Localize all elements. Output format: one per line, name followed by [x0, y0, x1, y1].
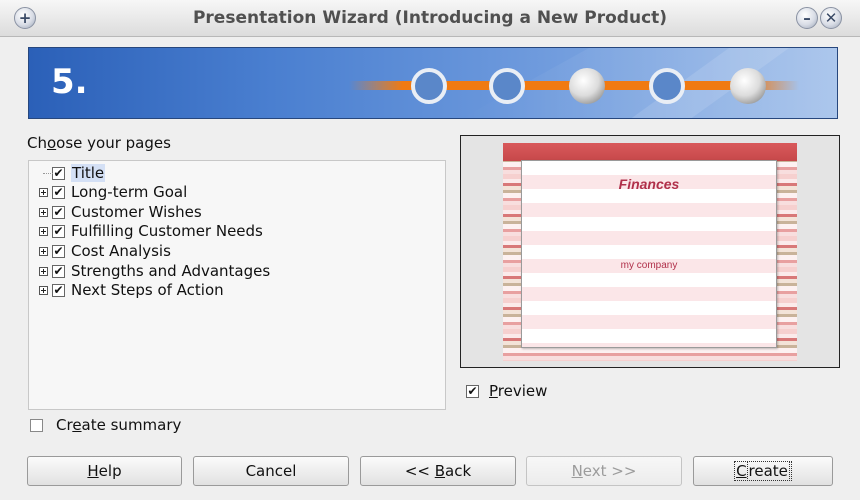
choose-pages-label: Choose your pages: [27, 134, 171, 152]
minimize-icon[interactable]: –: [796, 7, 818, 29]
next-button[interactable]: Next >>: [526, 456, 682, 486]
tree-item-label: Cost Analysis: [71, 242, 171, 260]
step-5-marker: [730, 68, 766, 104]
expand-icon[interactable]: [39, 207, 48, 217]
tree-item-customer-wishes[interactable]: ✔ Customer Wishes: [29, 202, 202, 222]
tree-connector: [39, 169, 53, 178]
preview-checkbox[interactable]: ✔: [466, 384, 479, 398]
summary-checkbox-row[interactable]: Create summary: [30, 416, 181, 434]
pages-tree[interactable]: ✔ Title ✔ Long-term Goal ✔ Customer Wish…: [28, 160, 446, 410]
tree-item-cost-analysis[interactable]: ✔ Cost Analysis: [29, 241, 171, 261]
tree-item-long-term-goal[interactable]: ✔ Long-term Goal: [29, 182, 187, 202]
tree-item-label: Strengths and Advantages: [71, 262, 271, 280]
tree-item-label: Next Steps of Action: [71, 281, 224, 299]
create-summary-checkbox[interactable]: [30, 418, 43, 432]
tree-item-label: Customer Wishes: [71, 203, 202, 221]
slide-title: Finances: [618, 176, 680, 192]
slide-company: my company: [620, 260, 678, 271]
tree-item-title[interactable]: ✔ Title: [29, 163, 106, 183]
tree-item-label: Title: [71, 164, 106, 182]
step-number: 5.: [51, 62, 88, 102]
checkbox-strengths-and-advantages[interactable]: ✔: [52, 264, 65, 278]
slide-thumbnail: Finances my company: [503, 143, 797, 361]
checkbox-next-steps-of-action[interactable]: ✔: [52, 283, 65, 297]
expand-icon[interactable]: [39, 285, 48, 295]
step-4-marker: [649, 68, 685, 104]
expand-icon[interactable]: [39, 266, 48, 276]
preview-checkbox-row[interactable]: ✔ Preview: [466, 382, 547, 400]
close-icon[interactable]: ✕: [820, 7, 842, 29]
tree-item-label: Long-term Goal: [71, 183, 188, 201]
slide-card: Finances my company: [521, 160, 777, 348]
step-progress-indicator: [349, 48, 837, 118]
tree-item-label: Fulfilling Customer Needs: [71, 222, 263, 240]
slide-header-band: [503, 143, 797, 161]
expand-icon[interactable]: [39, 226, 48, 236]
expand-icon[interactable]: [39, 246, 48, 256]
tree-item-fulfilling-customer-needs[interactable]: ✔ Fulfilling Customer Needs: [29, 221, 263, 241]
checkbox-cost-analysis[interactable]: ✔: [52, 244, 65, 258]
slide-preview: Finances my company: [460, 135, 840, 368]
checkbox-customer-wishes[interactable]: ✔: [52, 205, 65, 219]
step-1-marker: [411, 68, 447, 104]
tree-item-next-steps-of-action[interactable]: ✔ Next Steps of Action: [29, 280, 224, 300]
back-button[interactable]: << Back: [360, 456, 516, 486]
window-title: Presentation Wizard (Introducing a New P…: [192, 8, 668, 28]
step-3-marker: [569, 68, 605, 104]
tree-item-strengths-and-advantages[interactable]: ✔ Strengths and Advantages: [29, 261, 270, 281]
step-banner: 5.: [28, 47, 838, 119]
expand-icon[interactable]: [39, 187, 48, 197]
preview-label: Preview: [489, 382, 548, 400]
create-summary-label: Create summary: [56, 416, 182, 434]
checkbox-long-term-goal[interactable]: ✔: [52, 185, 65, 199]
title-bar: + Presentation Wizard (Introducing a New…: [0, 0, 860, 37]
cancel-button[interactable]: Cancel: [193, 456, 349, 486]
create-button[interactable]: Create: [693, 456, 833, 486]
step-2-marker: [489, 68, 525, 104]
checkbox-fulfilling-customer-needs[interactable]: ✔: [52, 224, 65, 238]
checkbox-title[interactable]: ✔: [52, 166, 65, 180]
help-button[interactable]: Help: [27, 456, 182, 486]
